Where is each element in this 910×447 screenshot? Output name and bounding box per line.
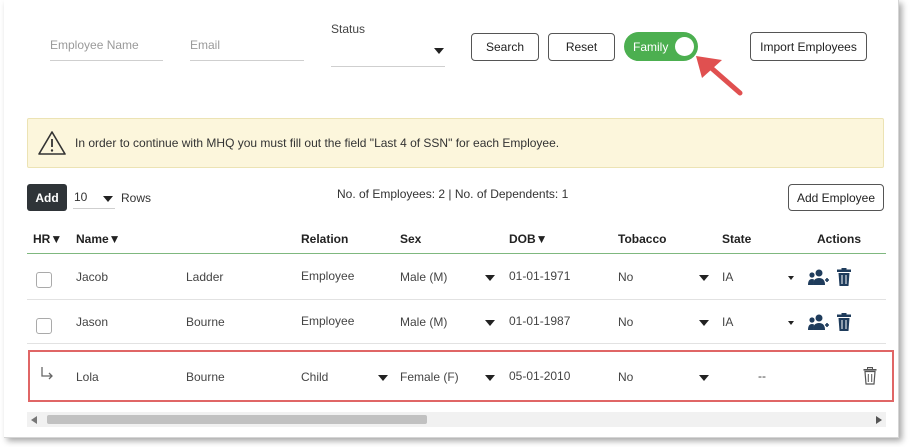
add-employee-button[interactable]: Add Employee xyxy=(788,184,884,211)
row-divider xyxy=(27,299,886,300)
horizontal-scrollbar[interactable] xyxy=(27,412,886,427)
status-label: Status xyxy=(331,22,366,36)
sex-select[interactable]: Male (M) xyxy=(400,313,496,331)
tobacco-select[interactable]: No xyxy=(618,313,710,331)
column-header-actions: Actions xyxy=(817,232,862,246)
header-divider xyxy=(27,253,886,254)
chevron-down-icon xyxy=(434,48,444,54)
trash-icon[interactable] xyxy=(837,313,851,331)
trash-icon[interactable] xyxy=(837,268,851,286)
scroll-right-icon[interactable] xyxy=(876,416,882,424)
ssn-warning-alert: In order to continue with MHQ you must f… xyxy=(27,118,884,168)
family-toggle[interactable]: Family xyxy=(624,32,698,61)
email-input[interactable] xyxy=(190,38,304,61)
rows-label: Rows xyxy=(121,191,152,205)
chevron-down-icon xyxy=(699,320,709,326)
status-select[interactable] xyxy=(331,40,445,67)
rows-per-page-select[interactable]: 10 xyxy=(73,190,115,209)
manage-dependents-icon[interactable] xyxy=(808,313,830,331)
chevron-down-icon xyxy=(485,275,495,281)
state-select[interactable]: IA xyxy=(722,313,794,331)
search-button[interactable]: Search xyxy=(471,33,539,61)
column-header-name[interactable]: Name▼ xyxy=(76,232,121,246)
alert-message: In order to continue with MHQ you must f… xyxy=(75,136,560,150)
dob-cell: 01-01-1987 xyxy=(509,314,571,328)
hr-checkbox[interactable] xyxy=(36,318,52,334)
chevron-down-icon xyxy=(788,321,794,325)
scroll-left-icon[interactable] xyxy=(31,416,37,424)
column-header-tobacco: Tobacco xyxy=(618,232,667,246)
column-header-dob[interactable]: DOB▼ xyxy=(509,232,548,246)
column-header-state: State xyxy=(722,232,752,246)
tobacco-select[interactable]: No xyxy=(618,268,710,286)
last-name-cell: Ladder xyxy=(186,270,224,284)
first-name-cell: Jason xyxy=(76,315,109,329)
reset-button[interactable]: Reset xyxy=(548,33,615,61)
dependent-row-highlight xyxy=(28,350,894,402)
annotation-arrow-icon xyxy=(696,56,743,96)
first-name-cell: Jacob xyxy=(76,270,109,284)
state-select[interactable]: IA xyxy=(722,268,794,286)
import-employees-button[interactable]: Import Employees xyxy=(750,32,867,61)
sex-select[interactable]: Male (M) xyxy=(400,268,496,286)
warning-triangle-icon xyxy=(38,131,66,155)
column-header-relation: Relation xyxy=(301,232,349,246)
hr-checkbox[interactable] xyxy=(36,272,52,288)
scrollbar-thumb[interactable] xyxy=(47,415,427,424)
row-divider xyxy=(27,343,886,344)
relation-cell: Employee xyxy=(301,269,355,283)
column-header-hr[interactable]: HR▼ xyxy=(33,232,62,246)
last-name-cell: Bourne xyxy=(186,315,225,329)
chevron-down-icon xyxy=(103,196,113,202)
column-header-sex: Sex xyxy=(400,232,422,246)
chevron-down-icon xyxy=(699,275,709,281)
manage-dependents-icon[interactable] xyxy=(808,268,830,286)
employee-page: Status Search Reset Family Import Employ… xyxy=(4,0,899,438)
relation-cell: Employee xyxy=(301,314,355,328)
add-button[interactable]: Add xyxy=(27,184,67,211)
dob-cell: 01-01-1971 xyxy=(509,269,571,283)
employee-name-input[interactable] xyxy=(50,38,163,61)
employee-count-summary: No. of Employees: 2 | No. of Dependents:… xyxy=(337,187,569,201)
chevron-down-icon xyxy=(788,276,794,280)
chevron-down-icon xyxy=(485,320,495,326)
